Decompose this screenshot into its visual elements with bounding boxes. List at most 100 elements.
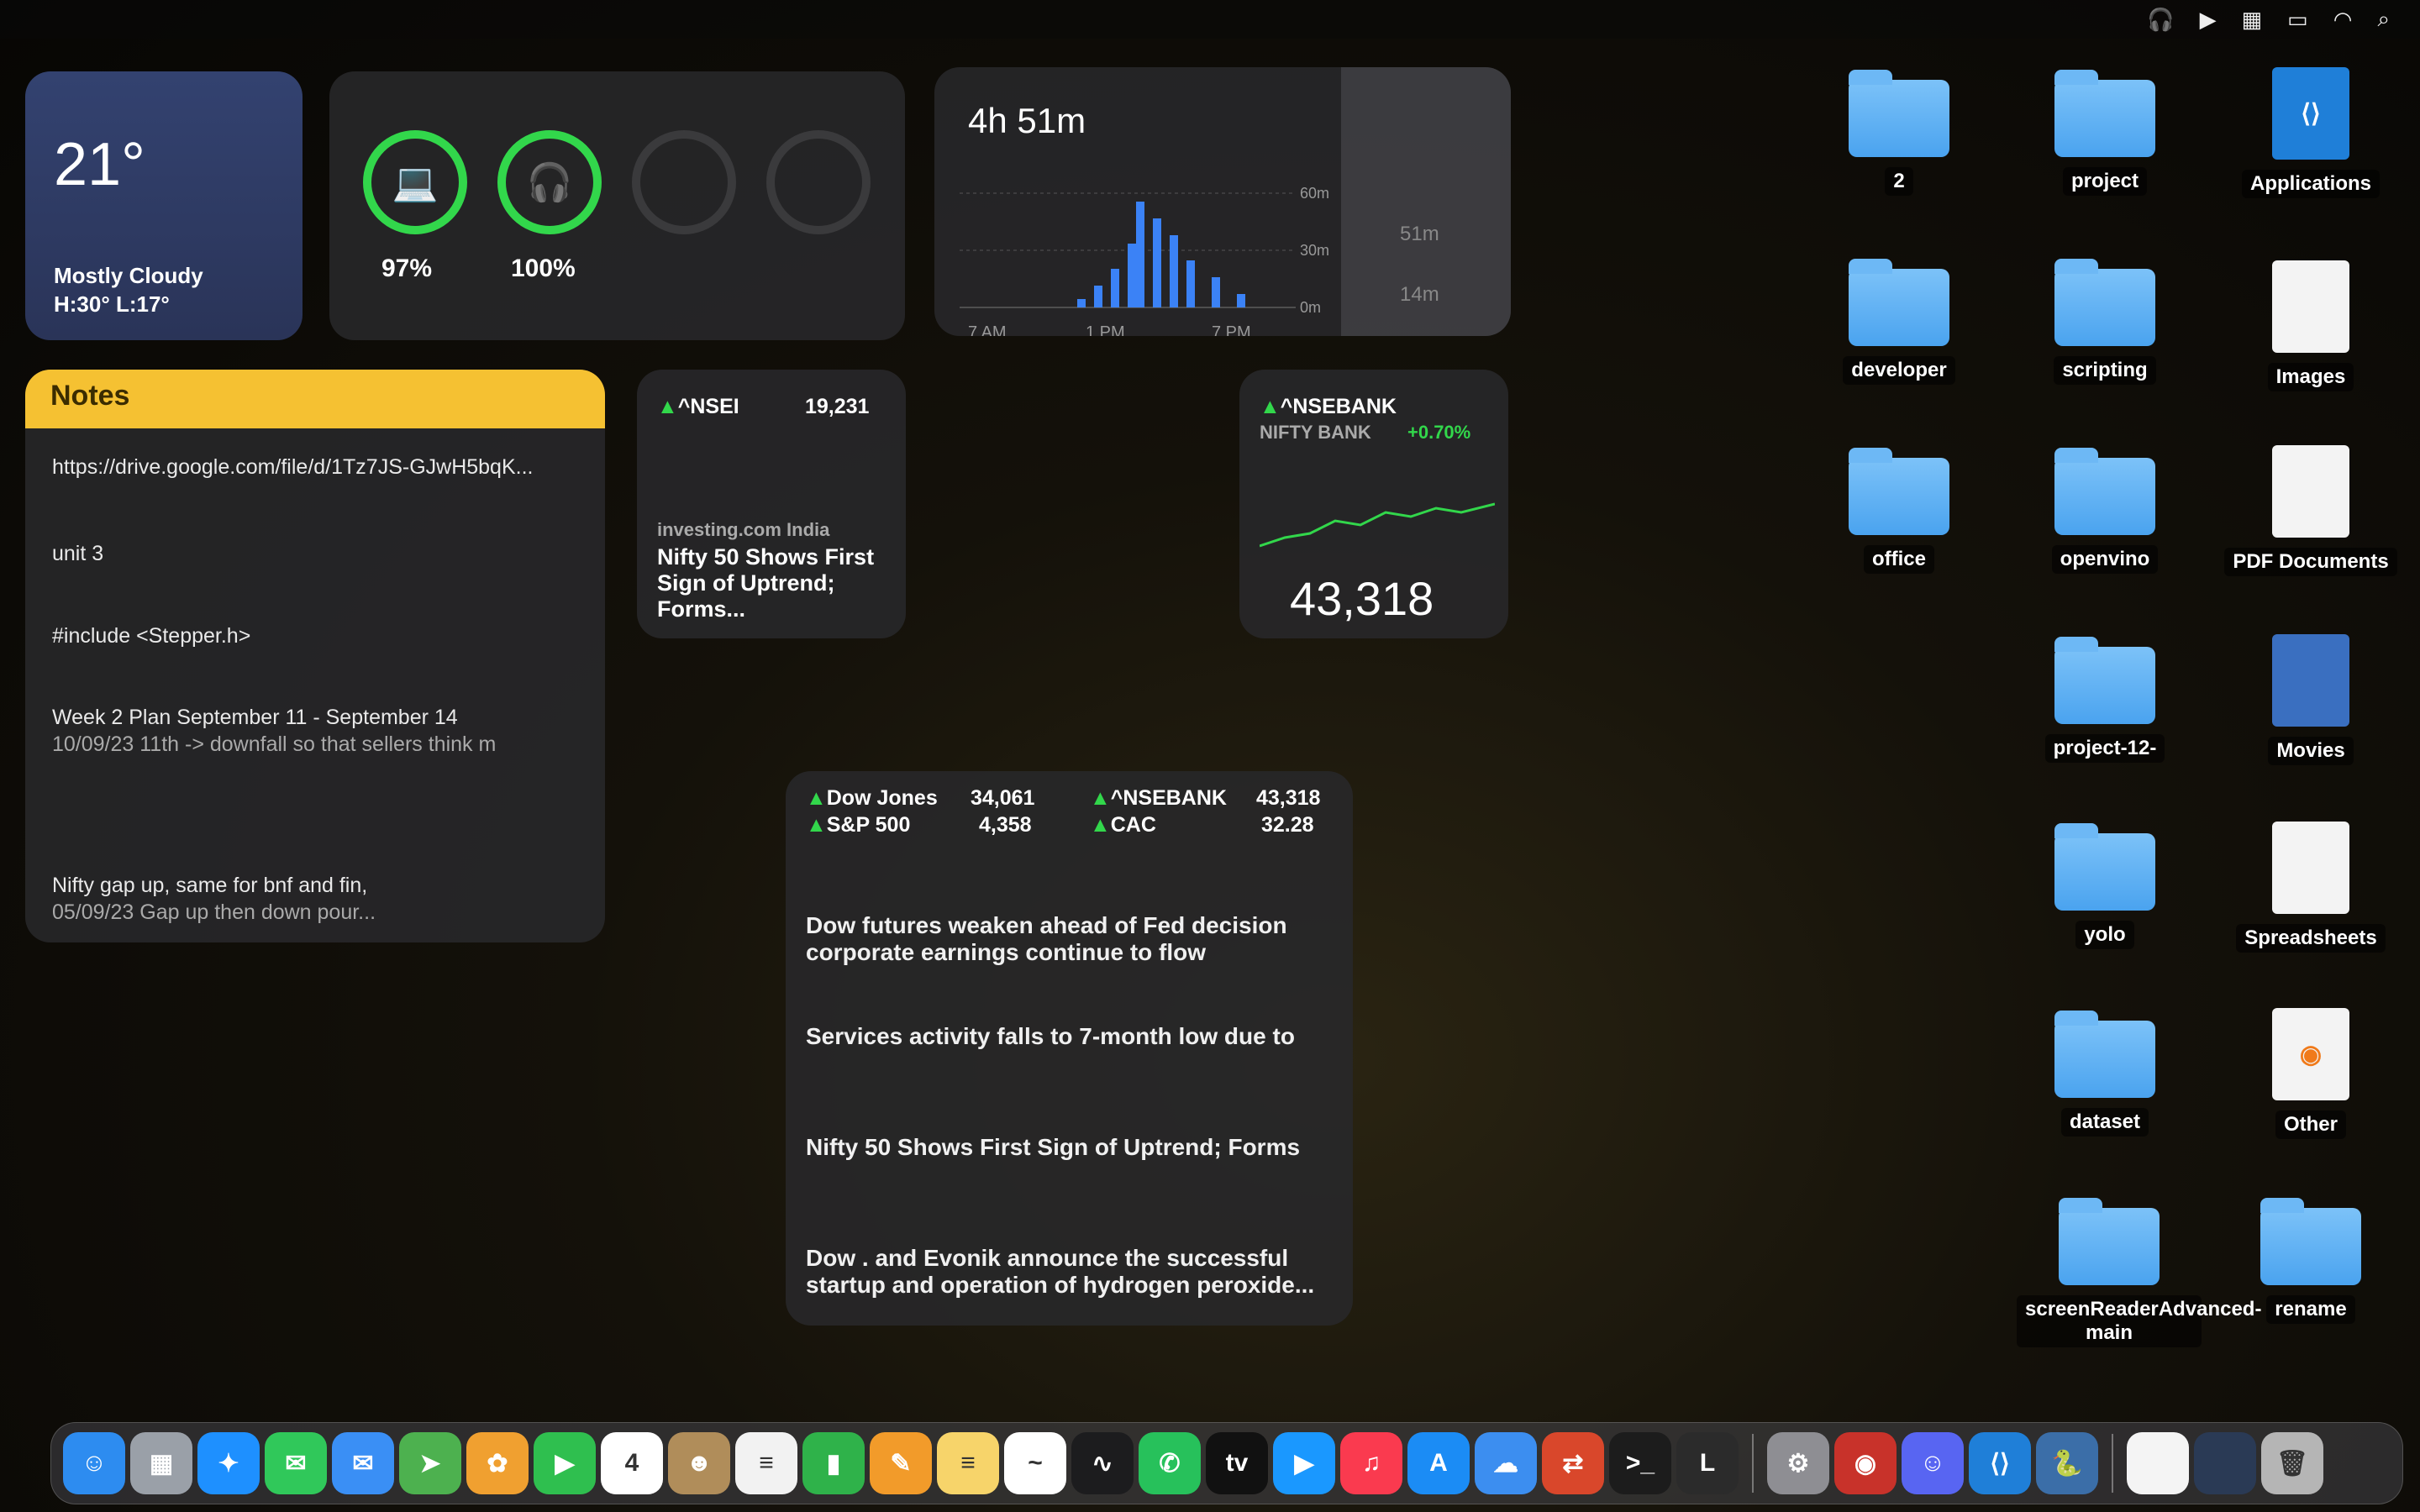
menu-bar: 🎧 ▶ ▦ ▭ ◠ ⌕: [0, 0, 2420, 39]
dock-facetime-icon[interactable]: ▶: [534, 1432, 596, 1494]
dock-remote-desktop-icon[interactable]: ⇄: [1542, 1432, 1604, 1494]
batteries-widget[interactable]: 💻 🎧 97% 100%: [329, 71, 905, 340]
spreadsheet-icon: [2272, 822, 2349, 914]
dock-terminal-icon[interactable]: >_: [1609, 1432, 1671, 1494]
stock-row: ▲S&P 500: [806, 813, 911, 837]
stock-row-value: 43,318: [1256, 786, 1321, 810]
note-text: 10/09/23 11th -> downfall so that seller…: [52, 732, 497, 756]
news-headline[interactable]: Dow futures weaken ahead of Fed decision…: [806, 912, 1335, 966]
dock-notes-icon[interactable]: ≡: [937, 1432, 999, 1494]
chart-bar: [1128, 244, 1136, 307]
dock-pages-icon[interactable]: ✎: [870, 1432, 932, 1494]
stock-row-value: 34,061: [971, 786, 1035, 810]
stocks-widget-large[interactable]: ▲Dow Jones 34,061 ▲S&P 500 4,358 ▲^NSEBA…: [786, 771, 1353, 1326]
dock-prime-video-icon[interactable]: ▶: [1273, 1432, 1335, 1494]
notes-widget[interactable]: Notes https://drive.google.com/file/d/1T…: [25, 370, 605, 942]
dock-tv-icon[interactable]: tv: [1206, 1432, 1268, 1494]
dock-vs-code-icon[interactable]: ⟨⟩: [1969, 1432, 2031, 1494]
search-icon[interactable]: ⌕: [2377, 6, 2390, 33]
dock-stocks-icon[interactable]: ∿: [1071, 1432, 1134, 1494]
document-icon: [2272, 260, 2349, 353]
desktop-pdf-documents[interactable]: PDF Documents: [2210, 445, 2412, 622]
y-label-30m: 30m: [1300, 242, 1329, 259]
note-text: Week 2 Plan September 11 - September 14: [52, 706, 458, 729]
folder-icon: [2054, 448, 2155, 535]
chart-bar: [1212, 277, 1220, 307]
screen-time-widget[interactable]: 4h 51m 60m 30m 0m 7 AM 1 PM 7 PM 51m 14m: [934, 67, 1511, 336]
desktop-folder-2[interactable]: 2: [1798, 70, 2000, 256]
dock-freeform-icon[interactable]: ~: [1004, 1432, 1066, 1494]
dock-music-icon[interactable]: ♫: [1340, 1432, 1402, 1494]
dock-launchpad-icon[interactable]: ▦: [130, 1432, 192, 1494]
dock-finder-icon[interactable]: ☺: [63, 1432, 125, 1494]
dock-photo-booth-icon[interactable]: ◉: [1834, 1432, 1897, 1494]
desktop-folder-project[interactable]: project: [2004, 70, 2206, 256]
dock-l-icon[interactable]: L: [1676, 1432, 1739, 1494]
blender-icon: ◉: [2272, 1008, 2349, 1100]
news-headline[interactable]: Dow . and Evonik announce the successful…: [806, 1245, 1335, 1299]
pdf-icon: [2272, 445, 2349, 538]
dock-document-icon[interactable]: [2127, 1432, 2189, 1494]
notes-header: Notes: [25, 370, 605, 428]
headphones-icon: 🎧: [526, 162, 573, 203]
desktop-folder-screenreader[interactable]: screenReaderAdvanced-main: [2004, 1198, 2261, 1384]
news-headline[interactable]: Nifty 50 Shows First Sign of Uptrend; Fo…: [806, 1134, 1335, 1161]
dock-python-icon[interactable]: 🐍: [2036, 1432, 2098, 1494]
dock-mail-icon[interactable]: ✉: [332, 1432, 394, 1494]
dock-calendar-icon[interactable]: 4: [601, 1432, 663, 1494]
weather-temperature: 21°: [54, 131, 145, 198]
dock-trash-icon[interactable]: 🗑: [2261, 1432, 2323, 1494]
up-arrow-icon: ▲: [657, 395, 678, 418]
stock-change: +0.70%: [1407, 422, 1471, 443]
up-arrow-icon: ▲: [806, 813, 827, 837]
dock-weather-icon[interactable]: ☁: [1475, 1432, 1537, 1494]
desktop-folder-project-12[interactable]: project-12-: [2004, 637, 2206, 823]
dock-app-store-icon[interactable]: A: [1407, 1432, 1470, 1494]
dock-whatsapp-icon[interactable]: ✆: [1139, 1432, 1201, 1494]
news-headline[interactable]: Services activity falls to 7-month low d…: [806, 1023, 1335, 1050]
play-icon[interactable]: ▶: [2200, 7, 2217, 33]
empty-battery-ring: [632, 130, 736, 234]
desktop-folder-dataset[interactable]: dataset: [2004, 1011, 2206, 1197]
dock-discord-icon[interactable]: ☺: [1902, 1432, 1964, 1494]
desktop-folder-rename[interactable]: rename: [2210, 1198, 2412, 1384]
note-text: https://drive.google.com/file/d/1Tz7JS-G…: [52, 455, 534, 479]
folder-icon: [1849, 448, 1949, 535]
dock-contacts-icon[interactable]: ☻: [668, 1432, 730, 1494]
laptop-battery-percent: 97%: [381, 255, 433, 282]
dock-messages-icon[interactable]: ✉: [265, 1432, 327, 1494]
dock-numbers-icon[interactable]: ▮: [802, 1432, 865, 1494]
desktop-folder-scripting[interactable]: scripting: [2004, 259, 2206, 445]
dock-safari-icon[interactable]: ✦: [197, 1432, 260, 1494]
wifi-icon[interactable]: ◠: [2333, 7, 2353, 33]
dock-maps-icon[interactable]: ➤: [399, 1432, 461, 1494]
y-label-60m: 60m: [1300, 185, 1329, 202]
news-headline[interactable]: Nifty 50 Shows First Sign of Uptrend; Fo…: [657, 544, 884, 622]
stocks-widget-nsei[interactable]: ▲^NSEI 19,231 investing.com India Nifty …: [637, 370, 906, 638]
folder-icon: [1849, 70, 1949, 157]
desktop-spreadsheets[interactable]: Spreadsheets: [2210, 822, 2412, 998]
desktop-applications[interactable]: ⟨⟩ Applications: [2210, 67, 2412, 244]
calendar-icon[interactable]: ▦: [2242, 7, 2263, 33]
y-label-0m: 0m: [1300, 299, 1321, 316]
stocks-widget-nsebank[interactable]: ▲^NSEBANK NIFTY BANK +0.70% 43,318: [1239, 370, 1508, 638]
battery-icon[interactable]: ▭: [2287, 7, 2308, 33]
desktop-folder-office[interactable]: office: [1798, 448, 2000, 634]
headphones-icon[interactable]: 🎧: [2147, 7, 2174, 33]
desktop-images[interactable]: Images: [2210, 260, 2412, 437]
desktop-other[interactable]: ◉ Other: [2210, 1008, 2412, 1184]
desktop-folder-yolo[interactable]: yolo: [2004, 823, 2206, 1010]
weather-widget[interactable]: 21° Mostly Cloudy H:30° L:17°: [25, 71, 302, 340]
desktop-folder-openvino[interactable]: openvino: [2004, 448, 2206, 634]
stock-symbol: ▲^NSEI: [657, 395, 739, 418]
dock-reminders-icon[interactable]: ≡: [735, 1432, 797, 1494]
desktop-movies[interactable]: Movies: [2210, 634, 2412, 811]
up-arrow-icon: ▲: [1260, 395, 1281, 418]
note-text: #include <Stepper.h>: [52, 624, 251, 648]
chart-bar: [1077, 299, 1086, 307]
desktop-folder-developer[interactable]: developer: [1798, 259, 2000, 445]
dock-system-settings-icon[interactable]: ⚙: [1767, 1432, 1829, 1494]
movie-icon: [2272, 634, 2349, 727]
dock-photos-icon[interactable]: ✿: [466, 1432, 529, 1494]
dock-window-icon[interactable]: [2194, 1432, 2256, 1494]
